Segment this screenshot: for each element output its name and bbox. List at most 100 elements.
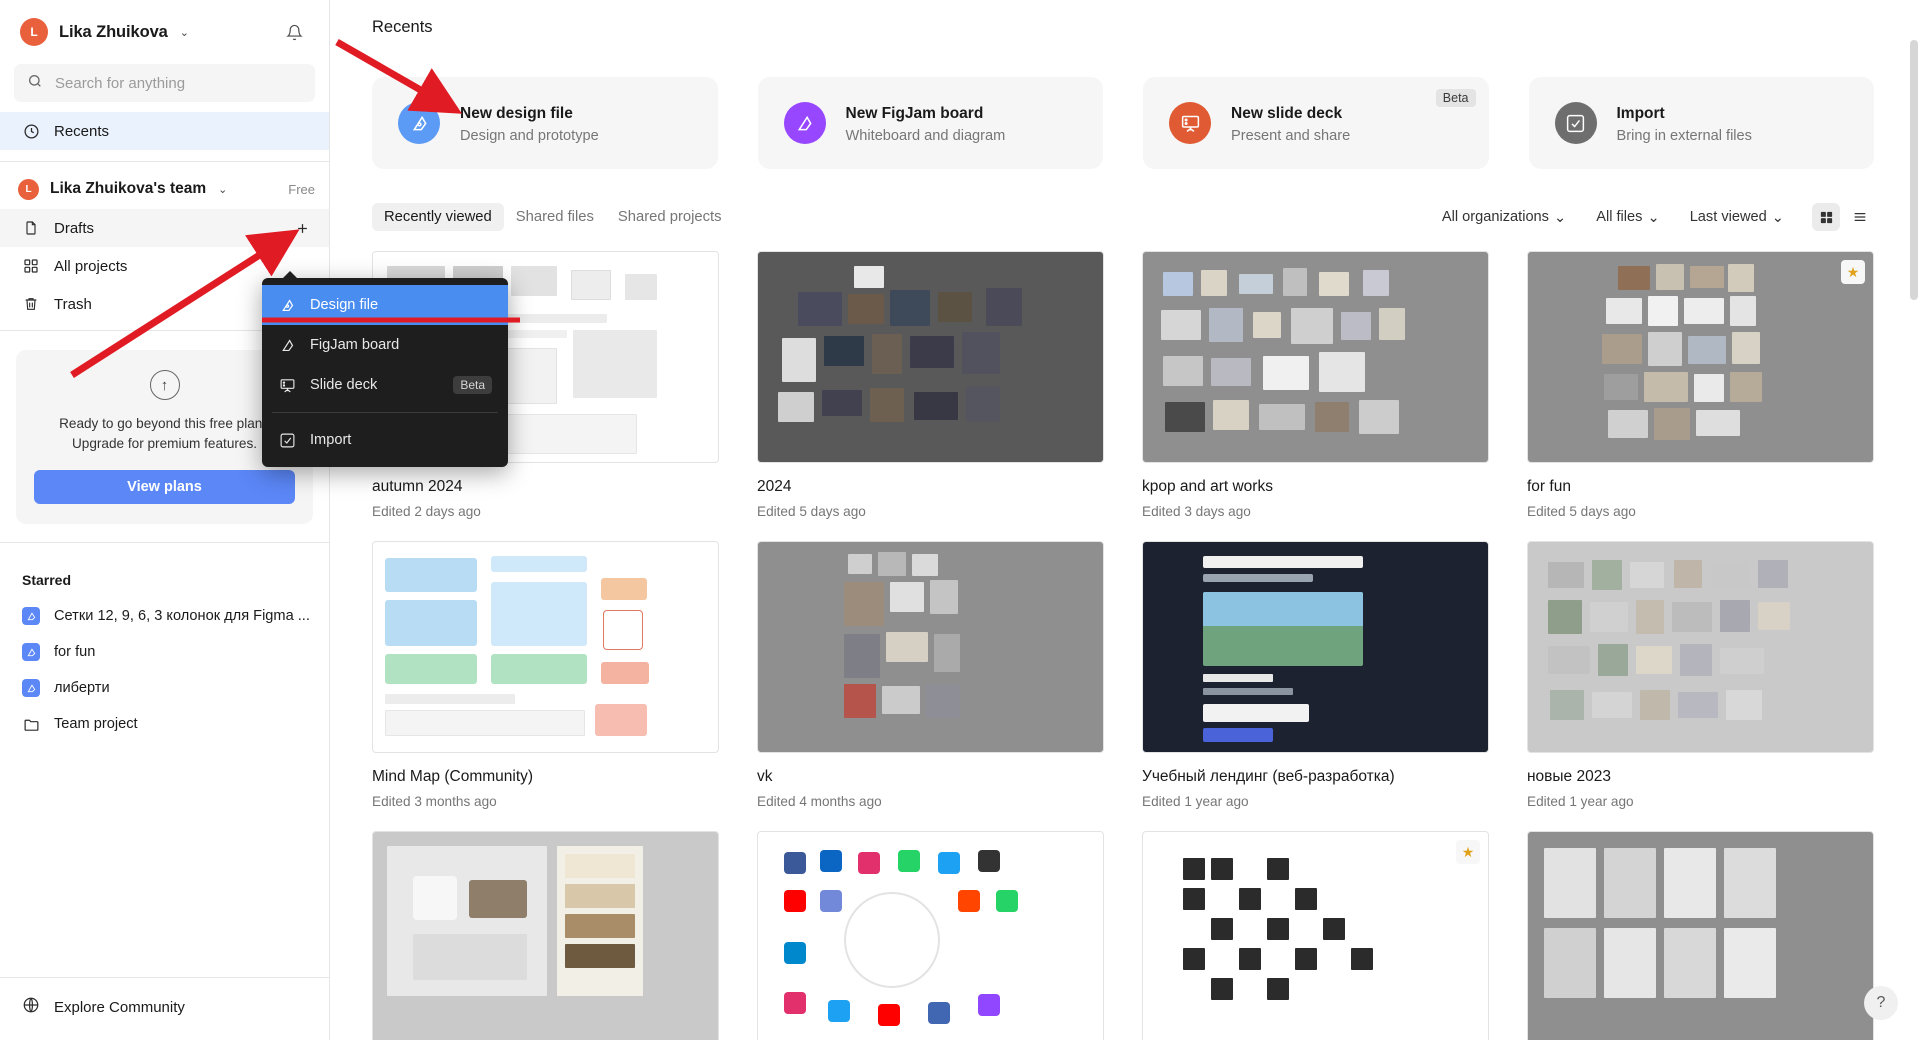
menu-item-figjam-board[interactable]: FigJam board — [262, 325, 508, 365]
user-name: Lika Zhuikova — [59, 22, 168, 41]
star-icon[interactable]: ★ — [1456, 840, 1480, 864]
file-thumbnail[interactable] — [1527, 831, 1874, 1040]
view-plans-button[interactable]: View plans — [34, 470, 295, 504]
explore-community-label: Explore Community — [54, 998, 185, 1016]
file-card[interactable]: vk Edited 4 months ago — [757, 541, 1104, 809]
team-selector[interactable]: L Lika Zhuikova's team ⌄ Free — [0, 169, 329, 209]
sidebar-item-label: Drafts — [54, 219, 95, 237]
filter-all-files[interactable]: All files ⌄ — [1590, 204, 1665, 231]
trash-icon — [22, 295, 40, 313]
filter-label: All organizations — [1441, 209, 1549, 225]
star-icon[interactable]: ★ — [1841, 260, 1865, 284]
menu-pointer — [282, 271, 298, 279]
file-thumbnail[interactable]: ★ — [1142, 831, 1489, 1040]
menu-item-slide-deck[interactable]: Slide deck Beta — [262, 365, 508, 405]
filter-all-organizations[interactable]: All organizations ⌄ — [1436, 204, 1572, 231]
figjam-marker-icon — [278, 337, 296, 354]
file-card[interactable]: Mind Map (Community) Edited 3 months ago — [372, 541, 719, 809]
filter-last-viewed[interactable]: Last viewed ⌄ — [1684, 204, 1790, 231]
card-subtitle: Bring in external files — [1616, 127, 1752, 144]
list-item-label: for fun — [54, 644, 96, 660]
file-card[interactable] — [1527, 831, 1874, 1040]
file-name: autumn 2024 — [372, 478, 463, 495]
file-card[interactable]: Учебный лендинг (веб-разработка) Edited … — [1142, 541, 1489, 809]
file-thumbnail[interactable] — [757, 251, 1104, 463]
file-thumbnail[interactable] — [1527, 541, 1874, 753]
file-name: vk — [757, 768, 773, 785]
filter-label: All files — [1596, 209, 1643, 225]
page-title: Recents — [372, 18, 433, 36]
file-card[interactable]: 2024 Edited 5 days ago — [757, 251, 1104, 519]
list-item[interactable]: Team project — [0, 706, 329, 742]
search-input[interactable] — [55, 74, 302, 92]
sidebar-item-label: Recents — [54, 122, 110, 140]
user-account-button[interactable]: L Lika Zhuikova ⌄ — [14, 12, 315, 52]
import-card[interactable]: Import Bring in external files — [1528, 77, 1874, 169]
file-meta: Edited 5 days ago — [1527, 504, 1636, 519]
file-name: for fun — [1527, 478, 1571, 495]
file-thumbnail[interactable] — [1142, 251, 1489, 463]
menu-item-label: Slide deck — [310, 377, 378, 393]
help-button[interactable]: ? — [1864, 986, 1898, 1020]
file-card[interactable]: новые 2023 Edited 1 year ago — [1527, 541, 1874, 809]
import-icon — [1554, 102, 1597, 144]
file-thumbnail[interactable] — [1142, 541, 1489, 753]
tabs: Recently viewed Shared files Shared proj… — [372, 203, 734, 231]
scrollbar[interactable] — [1910, 40, 1918, 300]
file-meta: Edited 1 year ago — [1527, 794, 1634, 809]
file-name: новые 2023 — [1527, 768, 1611, 785]
file-thumbnail[interactable] — [757, 541, 1104, 753]
file-thumbnail[interactable] — [757, 831, 1104, 1040]
file-thumbnail[interactable]: ★ — [1527, 251, 1874, 463]
file-grid: autumn 2024 Edited 2 days ago 2024 Edite… — [330, 231, 1920, 1040]
slides-icon — [1169, 102, 1211, 144]
tab-recently-viewed[interactable]: Recently viewed — [372, 203, 504, 231]
figma-file-icon — [22, 607, 40, 625]
list-item[interactable]: Сетки 12, 9, 6, 3 колонок для Figma ... — [0, 598, 329, 634]
tab-shared-projects[interactable]: Shared projects — [606, 203, 734, 231]
file-name: Mind Map (Community) — [372, 768, 534, 785]
card-title: Import — [1616, 104, 1665, 122]
sidebar-item-label: All projects — [54, 257, 128, 275]
sidebar-header: L Lika Zhuikova ⌄ — [0, 0, 329, 56]
chevron-down-icon: ⌄ — [1771, 209, 1784, 226]
search-box[interactable] — [14, 64, 315, 102]
file-meta: Edited 3 days ago — [1142, 504, 1251, 519]
search-container — [0, 56, 329, 112]
new-slide-deck-card[interactable]: New slide deck Present and share Beta — [1143, 77, 1489, 169]
file-card[interactable] — [757, 831, 1104, 1040]
tab-shared-files[interactable]: Shared files — [504, 203, 606, 231]
new-design-file-card[interactable]: New design file Design and prototype — [372, 77, 718, 169]
file-card[interactable] — [372, 831, 719, 1040]
card-subtitle: Design and prototype — [460, 127, 599, 144]
card-subtitle: Present and share — [1231, 127, 1351, 144]
file-name: 2024 — [757, 478, 792, 495]
card-subtitle: Whiteboard and diagram — [845, 127, 1006, 144]
list-view-button[interactable] — [1846, 203, 1874, 231]
figma-file-icon — [22, 679, 40, 697]
new-file-plus-button[interactable] — [289, 215, 315, 241]
file-card[interactable]: kpop and art works Edited 3 days ago — [1142, 251, 1489, 519]
file-meta: Edited 3 months ago — [372, 794, 497, 809]
file-thumbnail[interactable] — [372, 541, 719, 753]
menu-item-label: Import — [310, 432, 352, 448]
sidebar-item-recents[interactable]: Recents — [0, 112, 329, 150]
explore-community-button[interactable]: Explore Community — [14, 988, 315, 1026]
team-avatar: L — [18, 178, 39, 200]
file-thumbnail[interactable] — [372, 831, 719, 1040]
main-header: Recents — [330, 0, 1920, 37]
divider — [0, 542, 329, 543]
list-item[interactable]: for fun — [0, 634, 329, 670]
new-figjam-board-card[interactable]: New FigJam board Whiteboard and diagram — [757, 77, 1103, 169]
menu-item-design-file[interactable]: Design file — [262, 285, 508, 325]
sidebar-item-drafts[interactable]: Drafts — [0, 209, 329, 247]
file-card[interactable]: ★ — [1142, 831, 1489, 1040]
team-name: Lika Zhuikova's team — [50, 180, 207, 197]
file-card[interactable]: ★ for fun Edited 5 days ago — [1527, 251, 1874, 519]
globe-icon — [22, 996, 40, 1018]
file-name: kpop and art works — [1142, 478, 1273, 495]
bell-icon[interactable] — [279, 17, 309, 47]
menu-item-import[interactable]: Import — [262, 420, 508, 460]
grid-view-button[interactable] — [1812, 203, 1840, 231]
list-item[interactable]: либерти — [0, 670, 329, 706]
